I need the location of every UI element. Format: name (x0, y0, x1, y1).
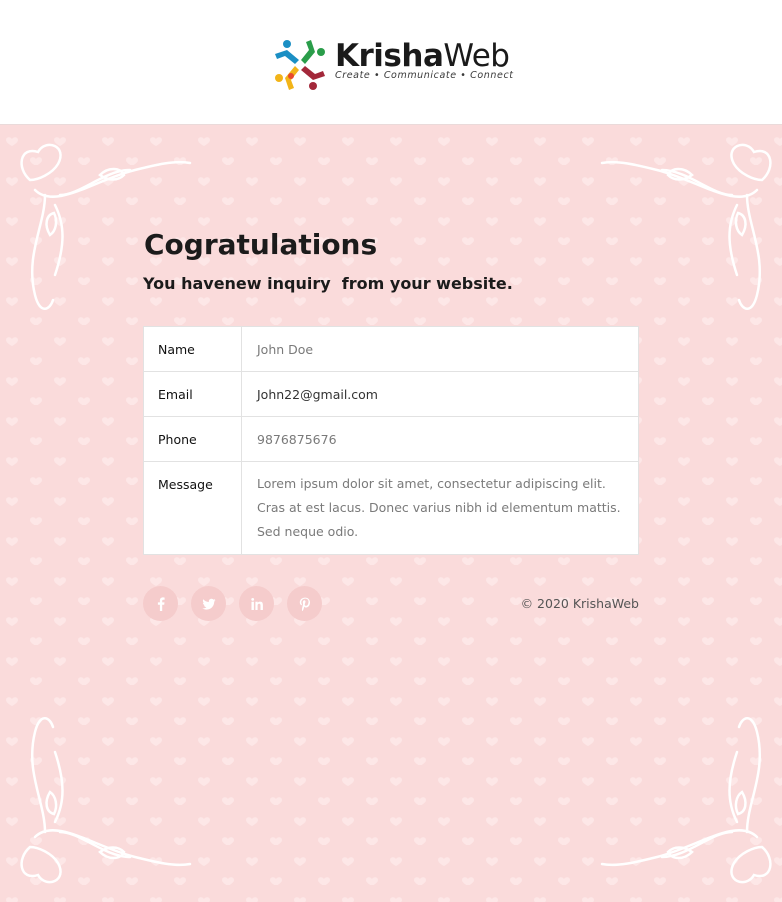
field-value-message: Lorem ipsum dolor sit amet, consectetur … (241, 461, 639, 555)
facebook-icon (157, 596, 165, 611)
email-body: Cogratulations You havenew inquiry from … (0, 125, 782, 902)
corner-ornament-bottom-right-icon (600, 717, 772, 884)
page-subtitle: You havenew inquiry from your website. (143, 274, 513, 293)
table-row-name: Name John Doe (143, 326, 639, 372)
email-header: KrishaWeb Create • Communicate • Connect (0, 0, 782, 125)
table-row-email: Email John22@gmail.com (143, 371, 639, 417)
table-row-phone: Phone 9876875676 (143, 416, 639, 462)
inquiry-content: Cogratulations You havenew inquiry from … (143, 230, 639, 622)
linkedin-icon (250, 597, 263, 610)
field-label-message: Message (143, 461, 242, 555)
brand-name: KrishaWeb (335, 38, 514, 74)
field-label-name: Name (143, 326, 242, 372)
facebook-link[interactable] (143, 586, 178, 621)
pinterest-link[interactable] (287, 586, 322, 621)
table-row-message: Message Lorem ipsum dolor sit amet, cons… (143, 461, 639, 555)
brand-name-light: Web (443, 38, 510, 74)
page-title: Cogratulations (144, 228, 378, 261)
copyright-text: © 2020 KrishaWeb (520, 596, 639, 611)
inquiry-details-table: Name John Doe Email John22@gmail.com Pho… (143, 326, 639, 555)
linkedin-link[interactable] (239, 586, 274, 621)
email-footer: © 2020 KrishaWeb (143, 586, 639, 622)
logo-text: KrishaWeb Create • Communicate • Connect (335, 36, 514, 81)
brand-tagline: Create • Communicate • Connect (335, 70, 514, 81)
logo-mark-icon (275, 40, 325, 90)
pinterest-icon (299, 597, 310, 611)
field-label-email: Email (143, 371, 242, 417)
field-label-phone: Phone (143, 416, 242, 462)
field-value-phone: 9876875676 (241, 416, 639, 462)
krishaweb-logo[interactable]: KrishaWeb Create • Communicate • Connect (271, 36, 514, 94)
field-value-name: John Doe (241, 326, 639, 372)
twitter-icon (201, 598, 215, 610)
field-value-email[interactable]: John22@gmail.com (241, 371, 639, 417)
brand-name-bold: Krisha (335, 38, 444, 74)
corner-ornament-bottom-left-icon (20, 717, 192, 884)
twitter-link[interactable] (191, 586, 226, 621)
